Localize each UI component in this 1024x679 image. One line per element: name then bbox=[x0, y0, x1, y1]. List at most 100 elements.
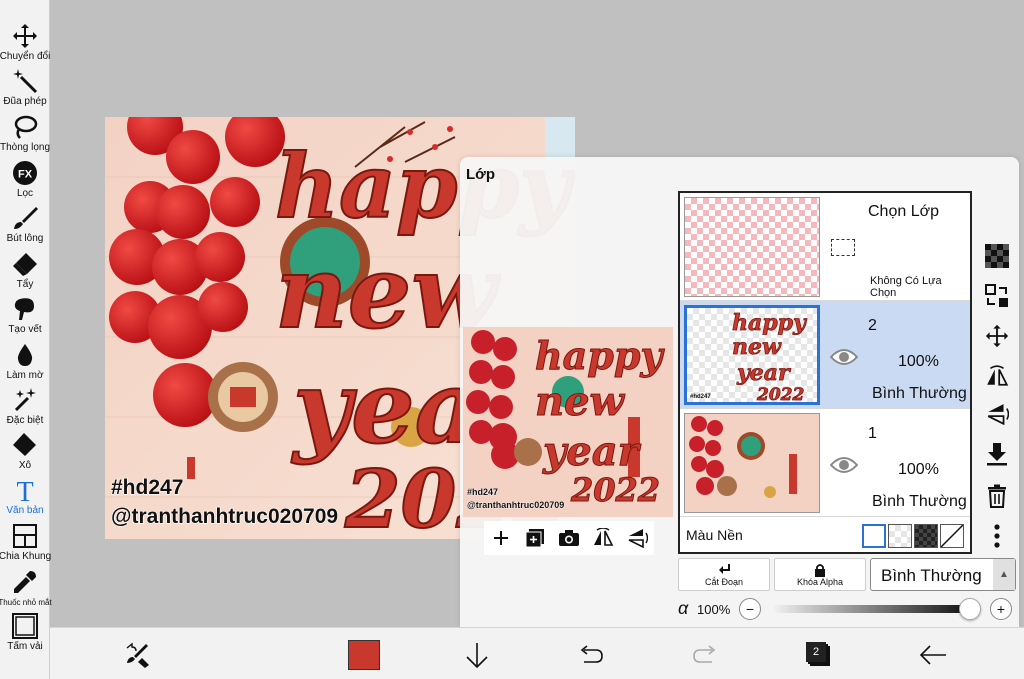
opacity-decrease-button[interactable]: − bbox=[739, 598, 761, 620]
layer-thumbnail: happy new year 2022 #hd247 bbox=[684, 305, 820, 405]
preview-hashtag: #hd247 bbox=[467, 487, 498, 497]
undo-button[interactable] bbox=[576, 640, 606, 670]
layer-number: 1 bbox=[868, 425, 877, 442]
download-button[interactable] bbox=[462, 640, 492, 670]
arrow-down-icon bbox=[466, 643, 488, 669]
tool-label: Đũa phép bbox=[3, 96, 47, 107]
primary-color-swatch[interactable] bbox=[348, 640, 380, 670]
alpha-symbol: α bbox=[678, 598, 689, 618]
flip-horizontal-icon bbox=[987, 365, 1009, 386]
bottom-toolbar: 2 bbox=[50, 627, 1024, 679]
layer-thumbnail bbox=[684, 413, 820, 513]
tool-brush[interactable]: Bút lông bbox=[0, 204, 50, 244]
tool-label: Tẩy bbox=[16, 279, 34, 290]
layer-row-1[interactable]: 1 100% Bình Thường bbox=[680, 409, 970, 517]
tool-canvas[interactable]: Tấm vải bbox=[0, 612, 50, 652]
bg-white-swatch[interactable] bbox=[862, 524, 886, 548]
tool-filter[interactable]: FX Lọc bbox=[0, 159, 50, 199]
thumb-line2: new bbox=[732, 334, 782, 360]
flip-vertical-button[interactable] bbox=[624, 525, 650, 551]
preview-line1: happy bbox=[535, 333, 665, 378]
visibility-eye-icon[interactable] bbox=[829, 455, 859, 475]
opacity-slider[interactable] bbox=[774, 605, 970, 613]
tool-smudge[interactable]: Tạo vết bbox=[0, 295, 50, 335]
move-arrows-icon bbox=[985, 324, 1009, 348]
alpha-lock-button[interactable]: Khóa Alpha bbox=[774, 558, 866, 591]
layers-button[interactable]: 2 bbox=[804, 640, 834, 670]
tool-transform[interactable]: Chuyển đổi bbox=[0, 22, 50, 62]
tool-label: Lọc bbox=[16, 188, 34, 199]
bg-transparent-swatch[interactable] bbox=[888, 524, 912, 548]
tool-blur[interactable]: Làm mờ bbox=[0, 341, 50, 381]
transparency-checker-button[interactable] bbox=[982, 241, 1012, 271]
alpha-value: 100% bbox=[697, 602, 731, 617]
flip-vertical-icon bbox=[987, 404, 1009, 425]
tool-text[interactable]: T Văn bản bbox=[0, 476, 50, 516]
layer-row-2[interactable]: happy new year 2022 #hd247 2 100% Bình T… bbox=[680, 301, 970, 409]
add-layer-button[interactable] bbox=[488, 525, 514, 551]
back-button[interactable] bbox=[918, 640, 948, 670]
layer-opacity: 100% bbox=[898, 353, 939, 370]
tool-eyedropper[interactable]: Thuốc nhỏ mắt bbox=[0, 568, 52, 608]
thumb-hashtag: #hd247 bbox=[690, 394, 711, 400]
add-layer-copy-button[interactable] bbox=[522, 525, 548, 551]
merge-down-button[interactable] bbox=[982, 439, 1012, 469]
background-color-row: Màu Nền bbox=[680, 519, 970, 552]
selection-layer-row[interactable]: Chọn Lớp Không Có Lựa Chọn bbox=[680, 193, 970, 301]
thumb-line3: year bbox=[736, 360, 791, 386]
flip-horizontal-button[interactable] bbox=[590, 525, 616, 551]
clipping-label: Cắt Đoạn bbox=[704, 576, 744, 587]
canvas-icon bbox=[11, 612, 39, 640]
arrow-left-icon bbox=[919, 645, 946, 665]
frame-divider-icon bbox=[11, 522, 39, 550]
delete-layer-button[interactable] bbox=[982, 481, 1012, 511]
checker-pattern-icon bbox=[985, 244, 1009, 268]
visibility-eye-icon[interactable] bbox=[829, 347, 859, 367]
preview-line2: new bbox=[535, 378, 626, 425]
tool-frame-divider[interactable]: Chia Khung bbox=[0, 522, 52, 562]
thumb-line4: 2022 bbox=[756, 385, 804, 402]
panel-title: Lớp bbox=[466, 166, 495, 183]
eyedropper-icon bbox=[11, 568, 39, 596]
preview-handle: @tranthanhtruc020709 bbox=[467, 500, 564, 510]
opacity-increase-button[interactable]: + bbox=[990, 598, 1012, 620]
layer-more-button[interactable] bbox=[982, 521, 1012, 551]
selection-layer-subtitle: Không Có Lựa Chọn bbox=[870, 275, 942, 299]
preview-line4: 2022 bbox=[570, 471, 660, 509]
tool-bucket[interactable]: Xô bbox=[0, 431, 50, 471]
tool-eraser[interactable]: Tẩy bbox=[0, 250, 50, 290]
bg-none-swatch[interactable] bbox=[940, 524, 964, 548]
tool-label: Chia Khung bbox=[0, 551, 52, 562]
blend-mode-select[interactable]: Bình Thường ▲ bbox=[870, 558, 1016, 591]
eraser-icon bbox=[11, 250, 39, 278]
clip-arrow-icon bbox=[719, 563, 730, 574]
layer-side-tools bbox=[982, 237, 1012, 557]
bg-dark-checker-swatch[interactable] bbox=[914, 524, 938, 548]
quick-tools-button[interactable] bbox=[122, 640, 152, 670]
flip-layer-horizontal-button[interactable] bbox=[982, 361, 1012, 391]
artwork-handle: @tranthanhtruc020709 bbox=[111, 505, 338, 528]
magic-wand-icon bbox=[11, 67, 39, 95]
tool-special[interactable]: Đặc biệt bbox=[0, 386, 50, 426]
opacity-slider-knob[interactable] bbox=[959, 598, 981, 620]
flip-layer-vertical-button[interactable] bbox=[982, 399, 1012, 429]
layer-add-square-icon bbox=[525, 529, 544, 548]
clipping-button[interactable]: Cắt Đoạn bbox=[678, 558, 770, 591]
canvas-preview: happy new year 2022 #hd247 @tranthanhtru… bbox=[463, 327, 673, 517]
blur-drop-icon bbox=[11, 341, 39, 369]
brush-icon bbox=[11, 204, 39, 232]
text-t-icon: T bbox=[11, 476, 39, 504]
layer-panel: Lớp happy new year 2022 #hd247 @tranthan… bbox=[460, 157, 1019, 627]
import-photo-button[interactable] bbox=[556, 525, 582, 551]
blend-mode-value: Bình Thường bbox=[881, 566, 982, 585]
tool-lasso[interactable]: Thòng lọng bbox=[0, 113, 50, 153]
layer-blend-mode: Bình Thường bbox=[872, 385, 967, 402]
flip-vertical-icon bbox=[628, 529, 648, 548]
tool-magic-wand[interactable]: Đũa phép bbox=[0, 67, 50, 107]
redo-button[interactable] bbox=[690, 640, 720, 670]
swap-layer-button[interactable] bbox=[982, 281, 1012, 311]
layer-blend-mode: Bình Thường bbox=[872, 493, 967, 510]
camera-icon bbox=[559, 530, 579, 546]
move-layer-button[interactable] bbox=[982, 321, 1012, 351]
lock-icon bbox=[815, 563, 825, 577]
